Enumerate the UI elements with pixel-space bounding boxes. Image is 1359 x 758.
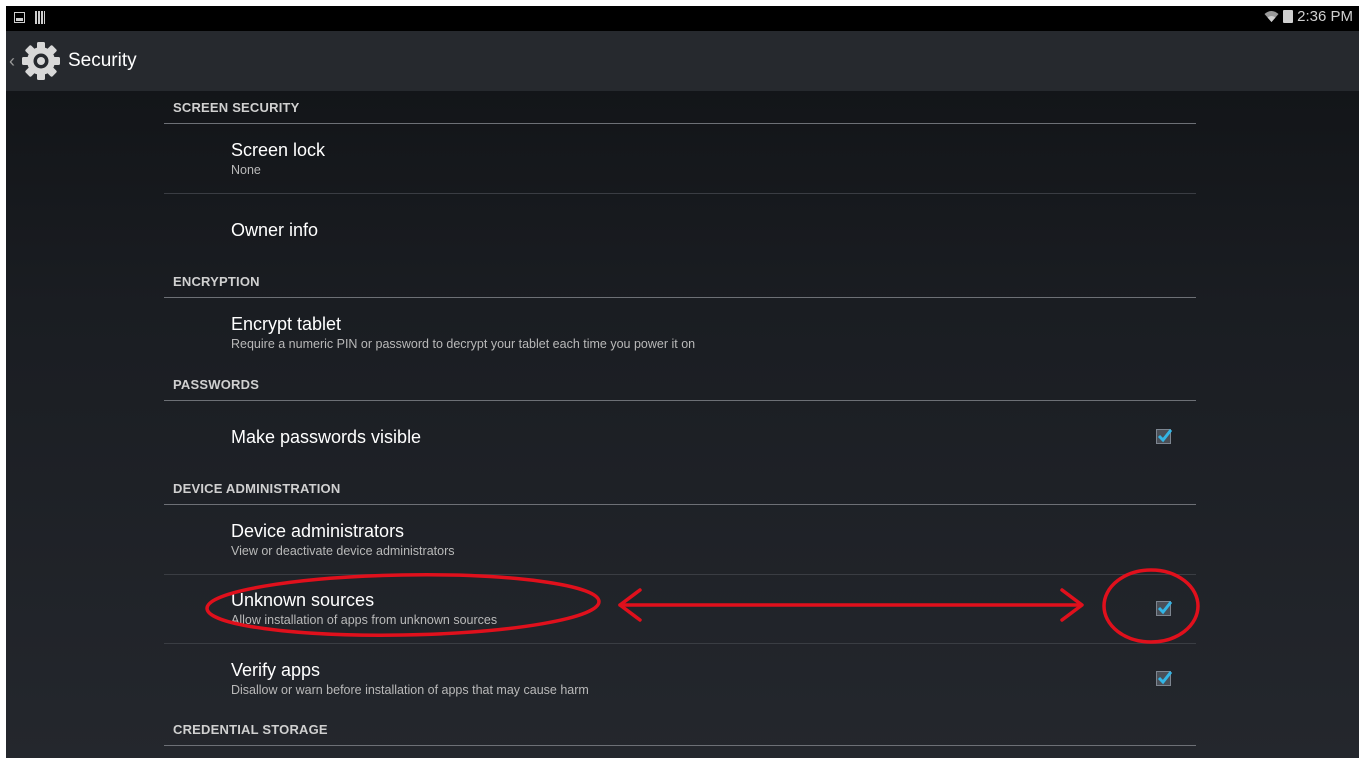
verify-apps-checkbox[interactable]	[1156, 670, 1173, 686]
pref-encrypt-tablet[interactable]: Encrypt tablet Require a numeric PIN or …	[164, 298, 1196, 368]
pref-title: Unknown sources	[231, 590, 375, 610]
up-button[interactable]: ‹ Security	[6, 31, 137, 91]
status-bar: 2:36 PM	[6, 6, 1359, 31]
image-icon	[14, 12, 25, 23]
barcode-icon	[35, 11, 45, 24]
status-time: 2:36 PM	[1297, 8, 1353, 25]
back-chevron-icon: ‹	[9, 50, 15, 71]
pref-summary: Disallow or warn before installation of …	[231, 682, 589, 697]
pref-make-passwords-visible[interactable]: Make passwords visible	[164, 401, 1196, 472]
pref-title: Make passwords visible	[231, 426, 422, 447]
checkmark-icon	[1157, 601, 1173, 615]
pref-title: Owner info	[231, 219, 319, 240]
section-header-device-administration: DEVICE ADMINISTRATION	[164, 472, 1196, 505]
pref-title: Verify apps	[231, 659, 321, 680]
page-title: Security	[68, 50, 137, 71]
pref-summary: None	[231, 162, 261, 177]
pref-unknown-sources[interactable]: Unknown sources Allow installation of ap…	[164, 575, 1196, 644]
pref-device-administrators[interactable]: Device administrators View or deactivate…	[164, 505, 1196, 575]
action-bar: ‹ Security	[6, 31, 1359, 91]
notification-icons	[14, 11, 45, 24]
pref-title: Screen lock	[231, 139, 326, 160]
pref-owner-info[interactable]: Owner info	[164, 194, 1196, 265]
pref-screen-lock[interactable]: Screen lock None	[164, 124, 1196, 194]
checkmark-icon	[1157, 670, 1173, 684]
wifi-icon	[1264, 11, 1279, 22]
screen: 2:36 PM ‹ Security SCREEN SECURITY Scree…	[6, 6, 1359, 758]
section-header-screen-security: SCREEN SECURITY	[164, 91, 1196, 124]
checkmark-icon	[1157, 428, 1173, 442]
section-header-encryption: ENCRYPTION	[164, 265, 1196, 298]
pref-verify-apps[interactable]: Verify apps Disallow or warn before inst…	[164, 644, 1196, 713]
gear-icon	[22, 42, 60, 80]
pref-title: Encrypt tablet	[231, 314, 342, 334]
pref-summary: View or deactivate device administrators	[231, 543, 455, 558]
system-icons: 2:36 PM	[1264, 8, 1353, 25]
section-header-passwords: PASSWORDS	[164, 368, 1196, 401]
pref-title: Device administrators	[231, 520, 405, 541]
unknown-sources-checkbox[interactable]	[1156, 601, 1173, 616]
preference-list: SCREEN SECURITY Screen lock None Owner i…	[164, 91, 1196, 746]
pref-summary: Allow installation of apps from unknown …	[231, 613, 498, 627]
pref-summary: Require a numeric PIN or password to dec…	[231, 337, 696, 351]
battery-icon	[1283, 10, 1294, 23]
section-header-credential-storage: CREDENTIAL STORAGE	[164, 713, 1196, 746]
make-passwords-visible-checkbox[interactable]	[1156, 428, 1173, 444]
